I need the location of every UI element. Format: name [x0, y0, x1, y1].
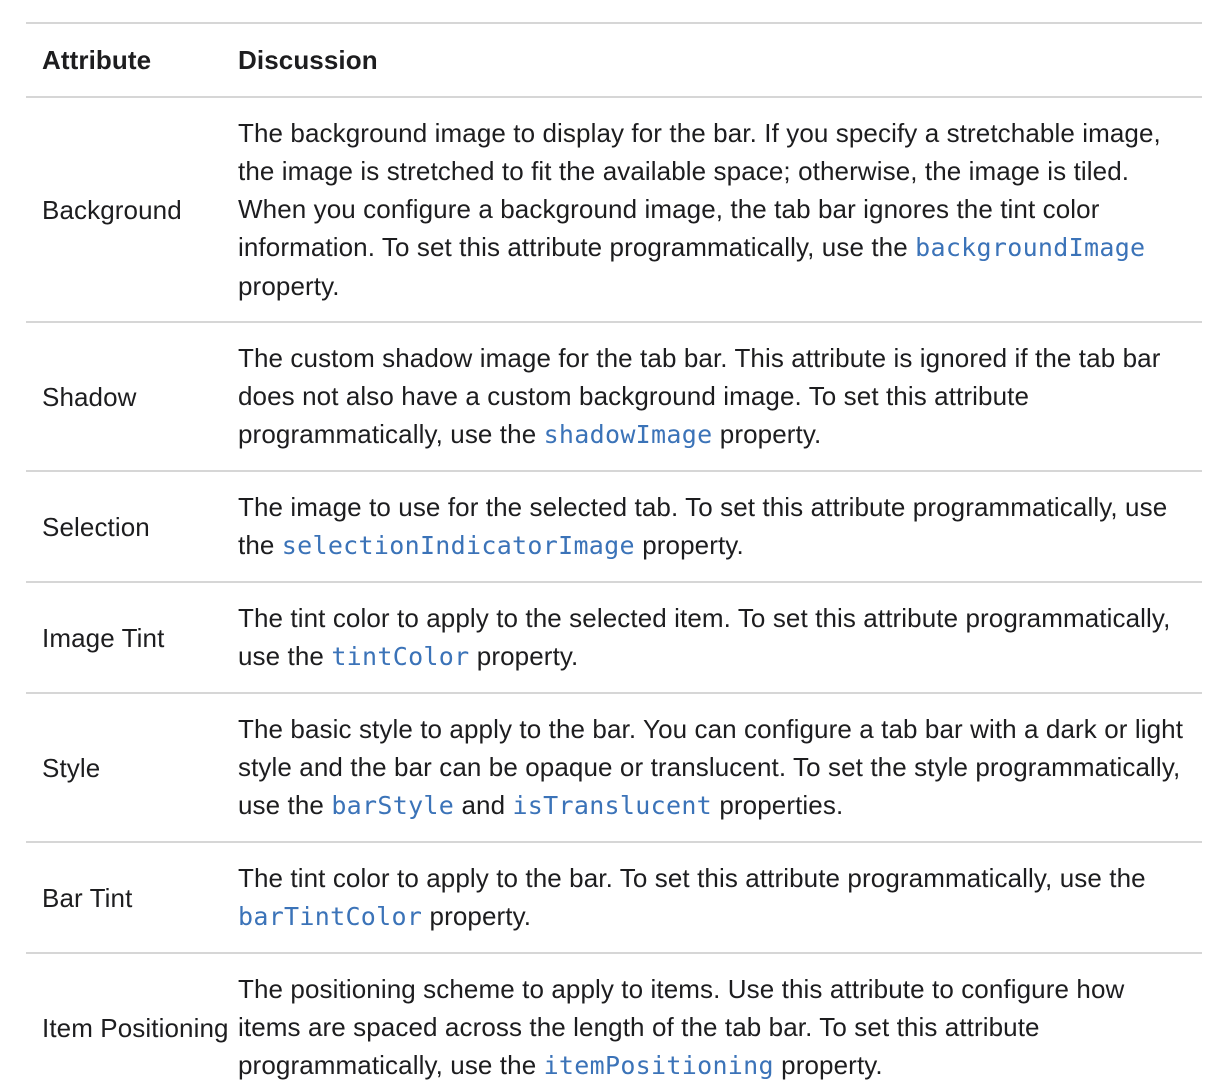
attribute-name: Background — [26, 97, 238, 323]
attribute-column-header: Attribute — [26, 23, 238, 98]
discussion-text-end: property. — [469, 641, 579, 671]
discussion-text-end: property. — [422, 901, 532, 931]
discussion-text-end: property. — [773, 1050, 883, 1080]
discussion-text-end: property. — [634, 530, 744, 560]
table-row-selection: Selection The image to use for the selec… — [26, 471, 1202, 583]
discussion-text-middle: and — [454, 790, 513, 820]
attribute-discussion: The custom shadow image for the tab bar.… — [238, 322, 1202, 472]
attribute-discussion: The image to use for the selected tab. T… — [238, 471, 1202, 583]
bar-style-link[interactable]: barStyle — [331, 791, 454, 820]
selection-indicator-image-link[interactable]: selectionIndicatorImage — [282, 531, 635, 560]
shadow-image-link[interactable]: shadowImage — [544, 420, 713, 449]
table-row-image-tint: Image Tint The tint color to apply to th… — [26, 582, 1202, 694]
attribute-name: Bar Tint — [26, 842, 238, 954]
attribute-discussion: The positioning scheme to apply to items… — [238, 953, 1202, 1085]
attribute-discussion: The background image to display for the … — [238, 97, 1202, 323]
table-row-item-positioning: Item Positioning The positioning scheme … — [26, 953, 1202, 1085]
table-row-style: Style The basic style to apply to the ba… — [26, 693, 1202, 843]
attribute-discussion: The tint color to apply to the selected … — [238, 582, 1202, 694]
attribute-discussion: The tint color to apply to the bar. To s… — [238, 842, 1202, 954]
table-row-background: Background The background image to displ… — [26, 97, 1202, 323]
discussion-text-end: properties. — [712, 790, 844, 820]
background-image-link[interactable]: backgroundImage — [915, 233, 1145, 262]
attribute-discussion: The basic style to apply to the bar. You… — [238, 693, 1202, 843]
is-translucent-link[interactable]: isTranslucent — [512, 791, 712, 820]
attribute-name: Item Positioning — [42, 1012, 229, 1043]
discussion-text-end: property. — [712, 419, 822, 449]
item-positioning-link[interactable]: itemPositioning — [544, 1051, 774, 1080]
table-row-bar-tint: Bar Tint The tint color to apply to the … — [26, 842, 1202, 954]
attributes-table: Attribute Discussion Background The back… — [26, 22, 1202, 1085]
discussion-text: The tint color to apply to the bar. To s… — [238, 863, 1146, 893]
attribute-name: Shadow — [26, 322, 238, 472]
table-header: Attribute Discussion — [26, 23, 1202, 98]
table-row-shadow: Shadow The custom shadow image for the t… — [26, 322, 1202, 472]
discussion-column-header: Discussion — [238, 23, 1202, 98]
attribute-name: Image Tint — [26, 582, 238, 694]
table-header-row: Attribute Discussion — [26, 23, 1202, 98]
table-body: Background The background image to displ… — [26, 97, 1202, 1085]
attribute-name: Selection — [26, 471, 238, 583]
discussion-text-end: property. — [238, 271, 340, 301]
bar-tint-color-link[interactable]: barTintColor — [238, 902, 422, 931]
attribute-name: Style — [26, 693, 238, 843]
tint-color-link[interactable]: tintColor — [331, 642, 469, 671]
